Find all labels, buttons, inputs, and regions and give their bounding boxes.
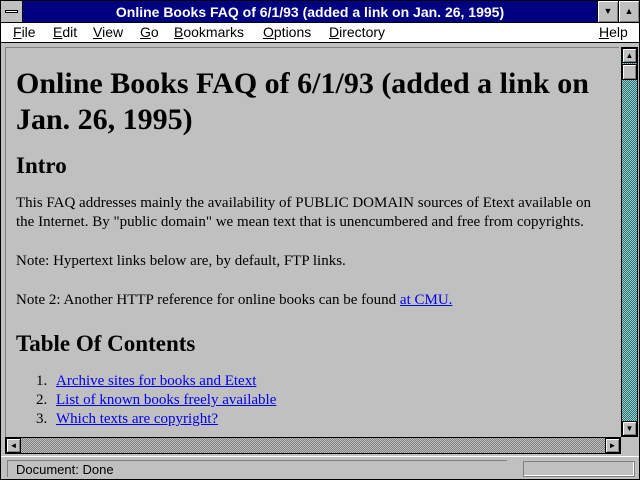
vertical-scrollbar[interactable]: ▲ ▼ [621,47,638,437]
document-view[interactable]: Online Books FAQ of 6/1/93 (added a link… [5,47,619,437]
note-http-reference: Note 2: Another HTTP reference for onlin… [16,291,606,310]
menu-edit-label: dit [62,24,78,40]
menu-view-label: iew [102,24,124,40]
list-number: 3. [36,411,48,427]
status-text: Document: Done [7,460,507,477]
list-number: 1. [36,373,48,389]
menu-options-label: ptions [273,24,312,40]
menu-file[interactable]: File [13,24,36,40]
menu-view[interactable]: View [93,24,123,40]
horizontal-scrollbar[interactable]: ◄ ► [5,437,621,454]
menu-go[interactable]: Go [140,24,159,40]
intro-heading: Intro [16,153,67,178]
maximize-button[interactable]: ▲ [618,1,639,22]
scroll-left-button[interactable]: ◄ [6,438,21,453]
scrollbar-corner [621,437,638,454]
menu-directory-mnemonic: D [329,24,340,40]
browser-window: Online Books FAQ of 6/1/93 (added a link… [0,0,640,480]
note-ftp-links: Note: Hypertext links below are, by defa… [16,253,346,269]
toc-link-known-books[interactable]: List of known books freely available [56,392,276,408]
triangle-up-icon: ▲ [624,6,634,16]
system-menu-button[interactable] [1,1,23,22]
menu-go-label: o [150,24,159,40]
triangle-down-icon: ▼ [603,6,613,16]
menu-file-label: ile [21,24,36,40]
menu-directory-label: irectory [339,24,386,40]
intro-paragraph: This FAQ addresses mainly the availabili… [16,195,592,230]
menu-help[interactable]: Help [599,24,628,40]
vertical-scroll-thumb[interactable] [622,64,637,80]
arrow-down-icon: ▼ [625,424,634,433]
list-item: 2. List of known books freely available [16,391,606,410]
note-http-text: Note 2: Another HTTP reference for onlin… [16,292,400,308]
arrow-up-icon: ▲ [625,51,634,60]
scroll-up-button[interactable]: ▲ [622,48,637,63]
menu-bar: File Edit View Go Bookmarks Options Dire… [1,23,639,43]
toc-link-copyright[interactable]: Which texts are copyright? [56,411,218,427]
status-bar: Document: Done [1,456,639,479]
menu-go-mnemonic: G [140,24,151,40]
menu-edit-mnemonic: E [53,24,63,40]
menu-view-mnemonic: V [93,24,103,40]
menu-bookmarks-label: ookmarks [183,24,245,40]
menu-bookmarks-mnemonic: B [174,24,184,40]
scroll-down-button[interactable]: ▼ [622,421,637,436]
window-title: Online Books FAQ of 6/1/93 (added a link… [115,4,505,20]
minimize-button[interactable]: ▼ [597,1,618,22]
arrow-left-icon: ◄ [9,441,18,450]
title-bar[interactable]: Online Books FAQ of 6/1/93 (added a link… [1,1,639,23]
menu-options-mnemonic: O [263,24,274,40]
scroll-right-button[interactable]: ► [605,438,620,453]
table-of-contents: 1. Archive sites for books and Etext 2. Li… [16,372,606,429]
menu-file-mnemonic: F [13,24,22,40]
menu-help-label: elp [609,24,628,40]
toc-link-archive-sites[interactable]: Archive sites for books and Etext [56,373,256,389]
menu-edit[interactable]: Edit [53,24,77,40]
menu-bookmarks[interactable]: Bookmarks [174,24,244,40]
list-item: 3. Which texts are copyright? [16,410,606,429]
list-item: 1. Archive sites for books and Etext [16,372,606,391]
menu-help-mnemonic: H [599,24,610,40]
menu-options[interactable]: Options [263,24,311,40]
menu-directory[interactable]: Directory [329,24,385,40]
cmu-link[interactable]: at CMU. [400,292,453,308]
system-menu-icon [5,10,18,13]
arrow-right-icon: ► [608,441,617,450]
list-number: 2. [36,392,48,408]
progress-indicator [523,461,635,477]
toc-heading: Table Of Contents [16,331,196,356]
page-title: Online Books FAQ of 6/1/93 (added a link… [16,67,589,136]
